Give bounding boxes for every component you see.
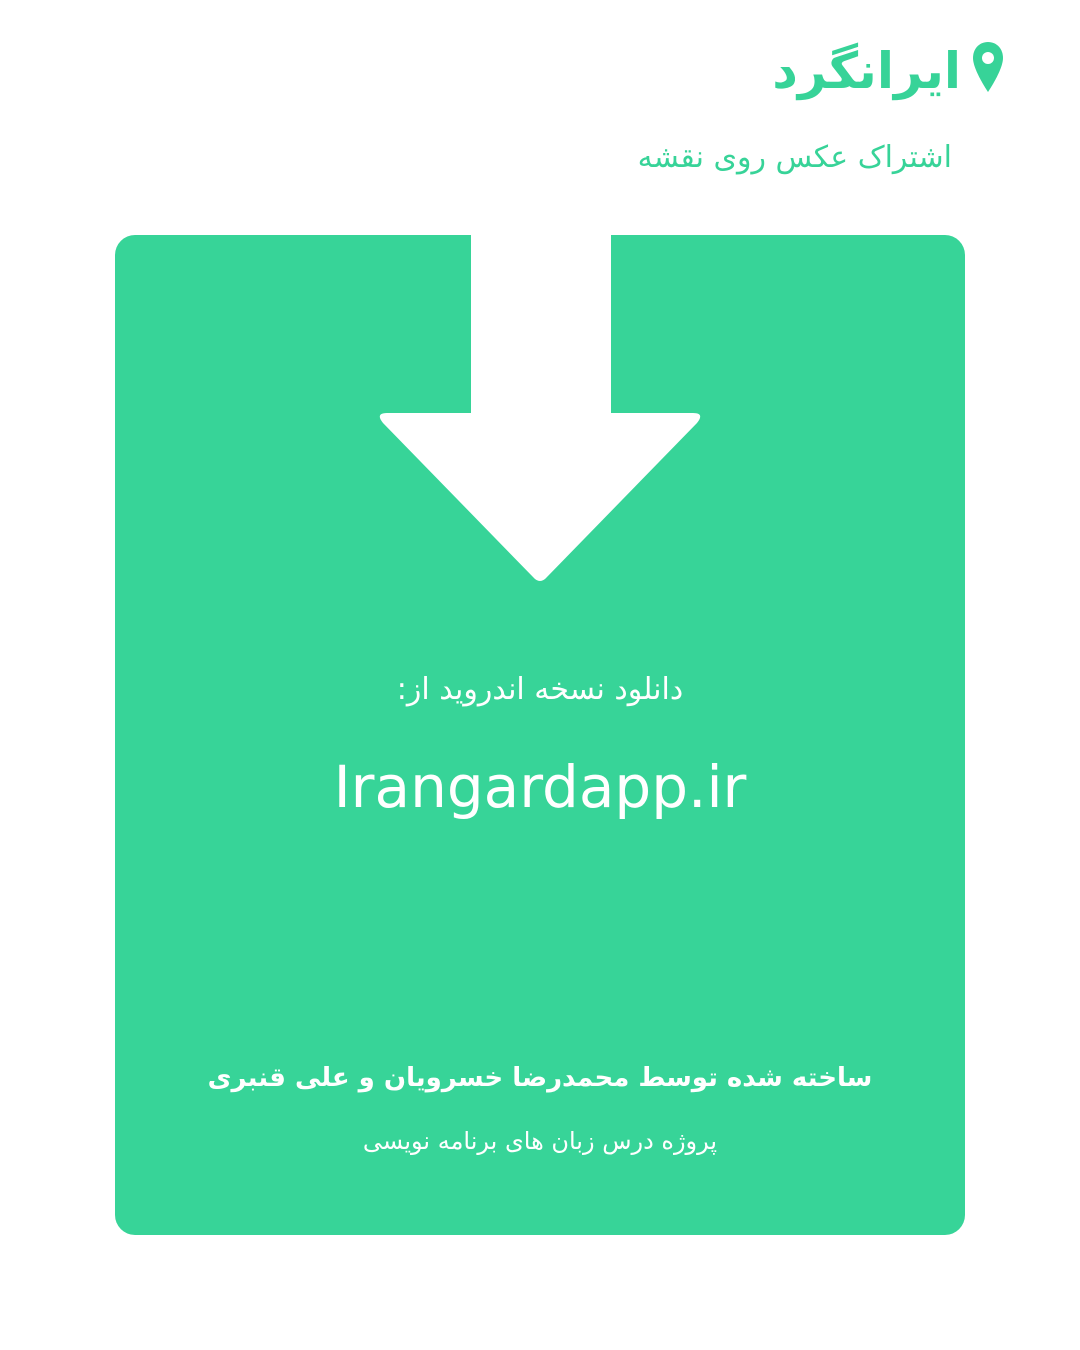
download-card: دانلود نسخه اندروید از: Irangardapp.ir س… [115, 235, 965, 1235]
download-link[interactable]: Irangardapp.ir [115, 753, 965, 823]
map-pin-icon [973, 42, 1003, 92]
download-arrow-icon [379, 235, 701, 581]
brand-name: ایرانگرد [772, 42, 961, 100]
course-text: پروژه درس زبان های برنامه نویسی [362, 1127, 718, 1155]
brand-header: ایرانگرد [772, 40, 1005, 102]
credits-text: ساخته شده توسط محمدرضا خسرویان و علی قنب… [207, 1063, 873, 1093]
brand-tagline: اشتراک عکس روی نقشه [637, 140, 952, 175]
download-label: دانلود نسخه اندروید از: [396, 672, 684, 707]
